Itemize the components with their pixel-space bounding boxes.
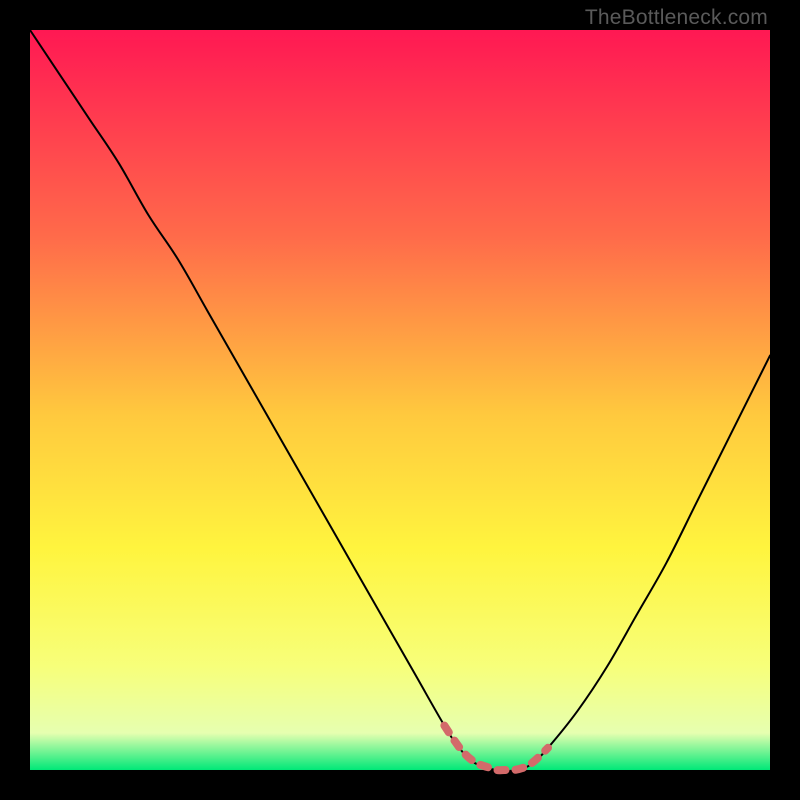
bottleneck-curve bbox=[30, 30, 770, 771]
watermark-text: TheBottleneck.com bbox=[585, 6, 768, 30]
flat-region-dash bbox=[444, 726, 548, 771]
plot-area bbox=[30, 30, 770, 770]
chart-frame: TheBottleneck.com bbox=[0, 0, 800, 800]
curve-layer bbox=[30, 30, 770, 770]
